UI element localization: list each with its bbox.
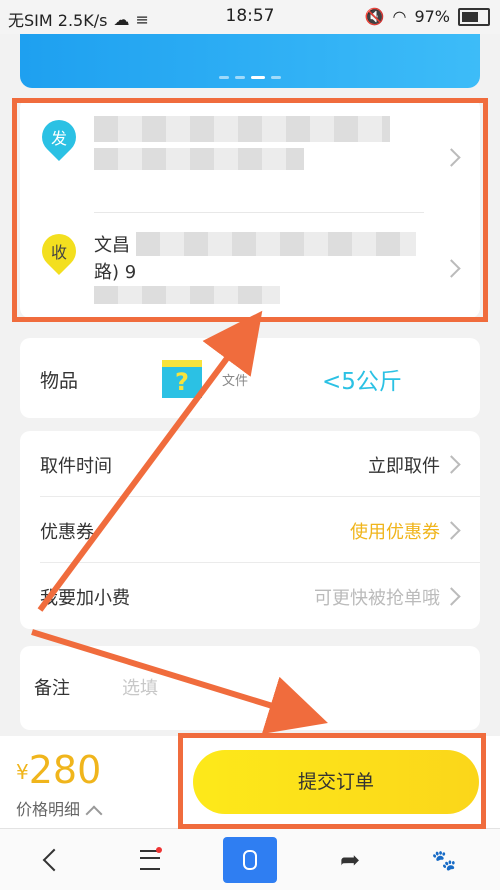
pickup-time-label: 取件时间: [40, 456, 112, 477]
note-card: 备注 选填: [20, 646, 480, 730]
receiver-pin-icon: 收: [34, 226, 84, 276]
status-right: 🔇 ◠ 97%: [365, 7, 490, 26]
receiver-chevron-icon: [442, 259, 461, 278]
promo-banner[interactable]: [20, 34, 480, 88]
receiver-row[interactable]: 收 文昌 路) 9: [20, 214, 480, 318]
coupon-row[interactable]: 优惠券 使用优惠券: [20, 497, 480, 563]
item-card[interactable]: 物品 ? 文件 <5公斤: [20, 338, 480, 418]
sender-pin-icon: 发: [34, 112, 84, 162]
pickup-time-value: 立即取件: [368, 456, 440, 477]
coupon-value: 使用优惠券: [350, 522, 440, 543]
checkout-bar: ¥280 价格明细 提交订单: [0, 736, 500, 828]
pagination-dot-active: [251, 76, 265, 79]
pickup-time-row[interactable]: 取件时间 立即取件: [20, 431, 480, 497]
notification-dot: [156, 847, 162, 853]
receiver-address-line2: 路) 9: [94, 262, 137, 283]
share-button[interactable]: ➦: [320, 829, 380, 890]
back-chevron-icon: [42, 848, 66, 871]
wifi-icon: ◠: [392, 7, 407, 26]
browser-navbar: ➦ 🐾: [0, 828, 500, 890]
sender-address-redacted: [94, 116, 390, 142]
item-type: 文件: [222, 374, 249, 389]
submit-order-button[interactable]: 提交订单: [193, 750, 479, 814]
receiver-address-redacted: [136, 232, 416, 256]
price-detail-label: 价格明细: [16, 800, 81, 819]
price-display: ¥280: [16, 748, 101, 792]
pagination-dot: [271, 76, 281, 79]
note-label: 备注: [34, 678, 70, 699]
voice-button[interactable]: [220, 829, 280, 890]
address-card: 发 收 文昌 路) 9: [20, 98, 480, 318]
receiver-address-line1: 文昌: [94, 235, 130, 256]
chevron-right-icon: [442, 587, 461, 606]
price-currency: ¥: [16, 760, 29, 784]
microphone-icon: [223, 836, 277, 883]
item-label: 物品: [40, 370, 79, 392]
note-input[interactable]: 选填: [122, 674, 158, 700]
banner-pagination: [20, 76, 480, 79]
sender-tag: 发: [50, 129, 68, 149]
options-card: 取件时间 立即取件 优惠券 使用优惠券 我要加小费 可更快被抢单哦: [20, 431, 480, 629]
chevron-right-icon: [442, 455, 461, 474]
battery-text: 97%: [414, 7, 450, 26]
pagination-dot: [235, 76, 245, 79]
sender-row[interactable]: 发: [20, 98, 480, 210]
tip-value: 可更快被抢单哦: [314, 588, 440, 609]
baidu-paw-icon: 🐾: [431, 847, 457, 872]
sender-chevron-icon: [442, 148, 461, 167]
price-amount: 280: [28, 748, 102, 792]
coupon-label: 优惠券: [40, 522, 94, 543]
baidu-button[interactable]: 🐾: [414, 829, 474, 890]
share-icon: ➦: [339, 845, 361, 874]
address-divider: [94, 212, 424, 213]
sender-contact-redacted: [94, 148, 304, 170]
price-detail-toggle[interactable]: 价格明细: [16, 796, 103, 823]
pagination-dot: [219, 76, 229, 79]
receiver-tag: 收: [50, 243, 68, 263]
battery-icon: [458, 7, 490, 26]
receiver-contact-redacted: [94, 286, 280, 304]
document-box-icon: ?: [162, 360, 202, 398]
item-weight[interactable]: <5公斤: [322, 362, 402, 396]
chevron-right-icon: [442, 521, 461, 540]
tip-row[interactable]: 我要加小费 可更快被抢单哦: [20, 563, 480, 629]
mute-icon: 🔇: [364, 7, 385, 26]
menu-button[interactable]: [120, 829, 180, 890]
back-button[interactable]: [24, 829, 84, 890]
chevron-up-icon: [85, 805, 103, 823]
status-bar: 无SIM 2.5K/s ☁ ≡ 18:57 🔇 ◠ 97%: [0, 0, 500, 34]
tip-label: 我要加小费: [40, 588, 130, 609]
